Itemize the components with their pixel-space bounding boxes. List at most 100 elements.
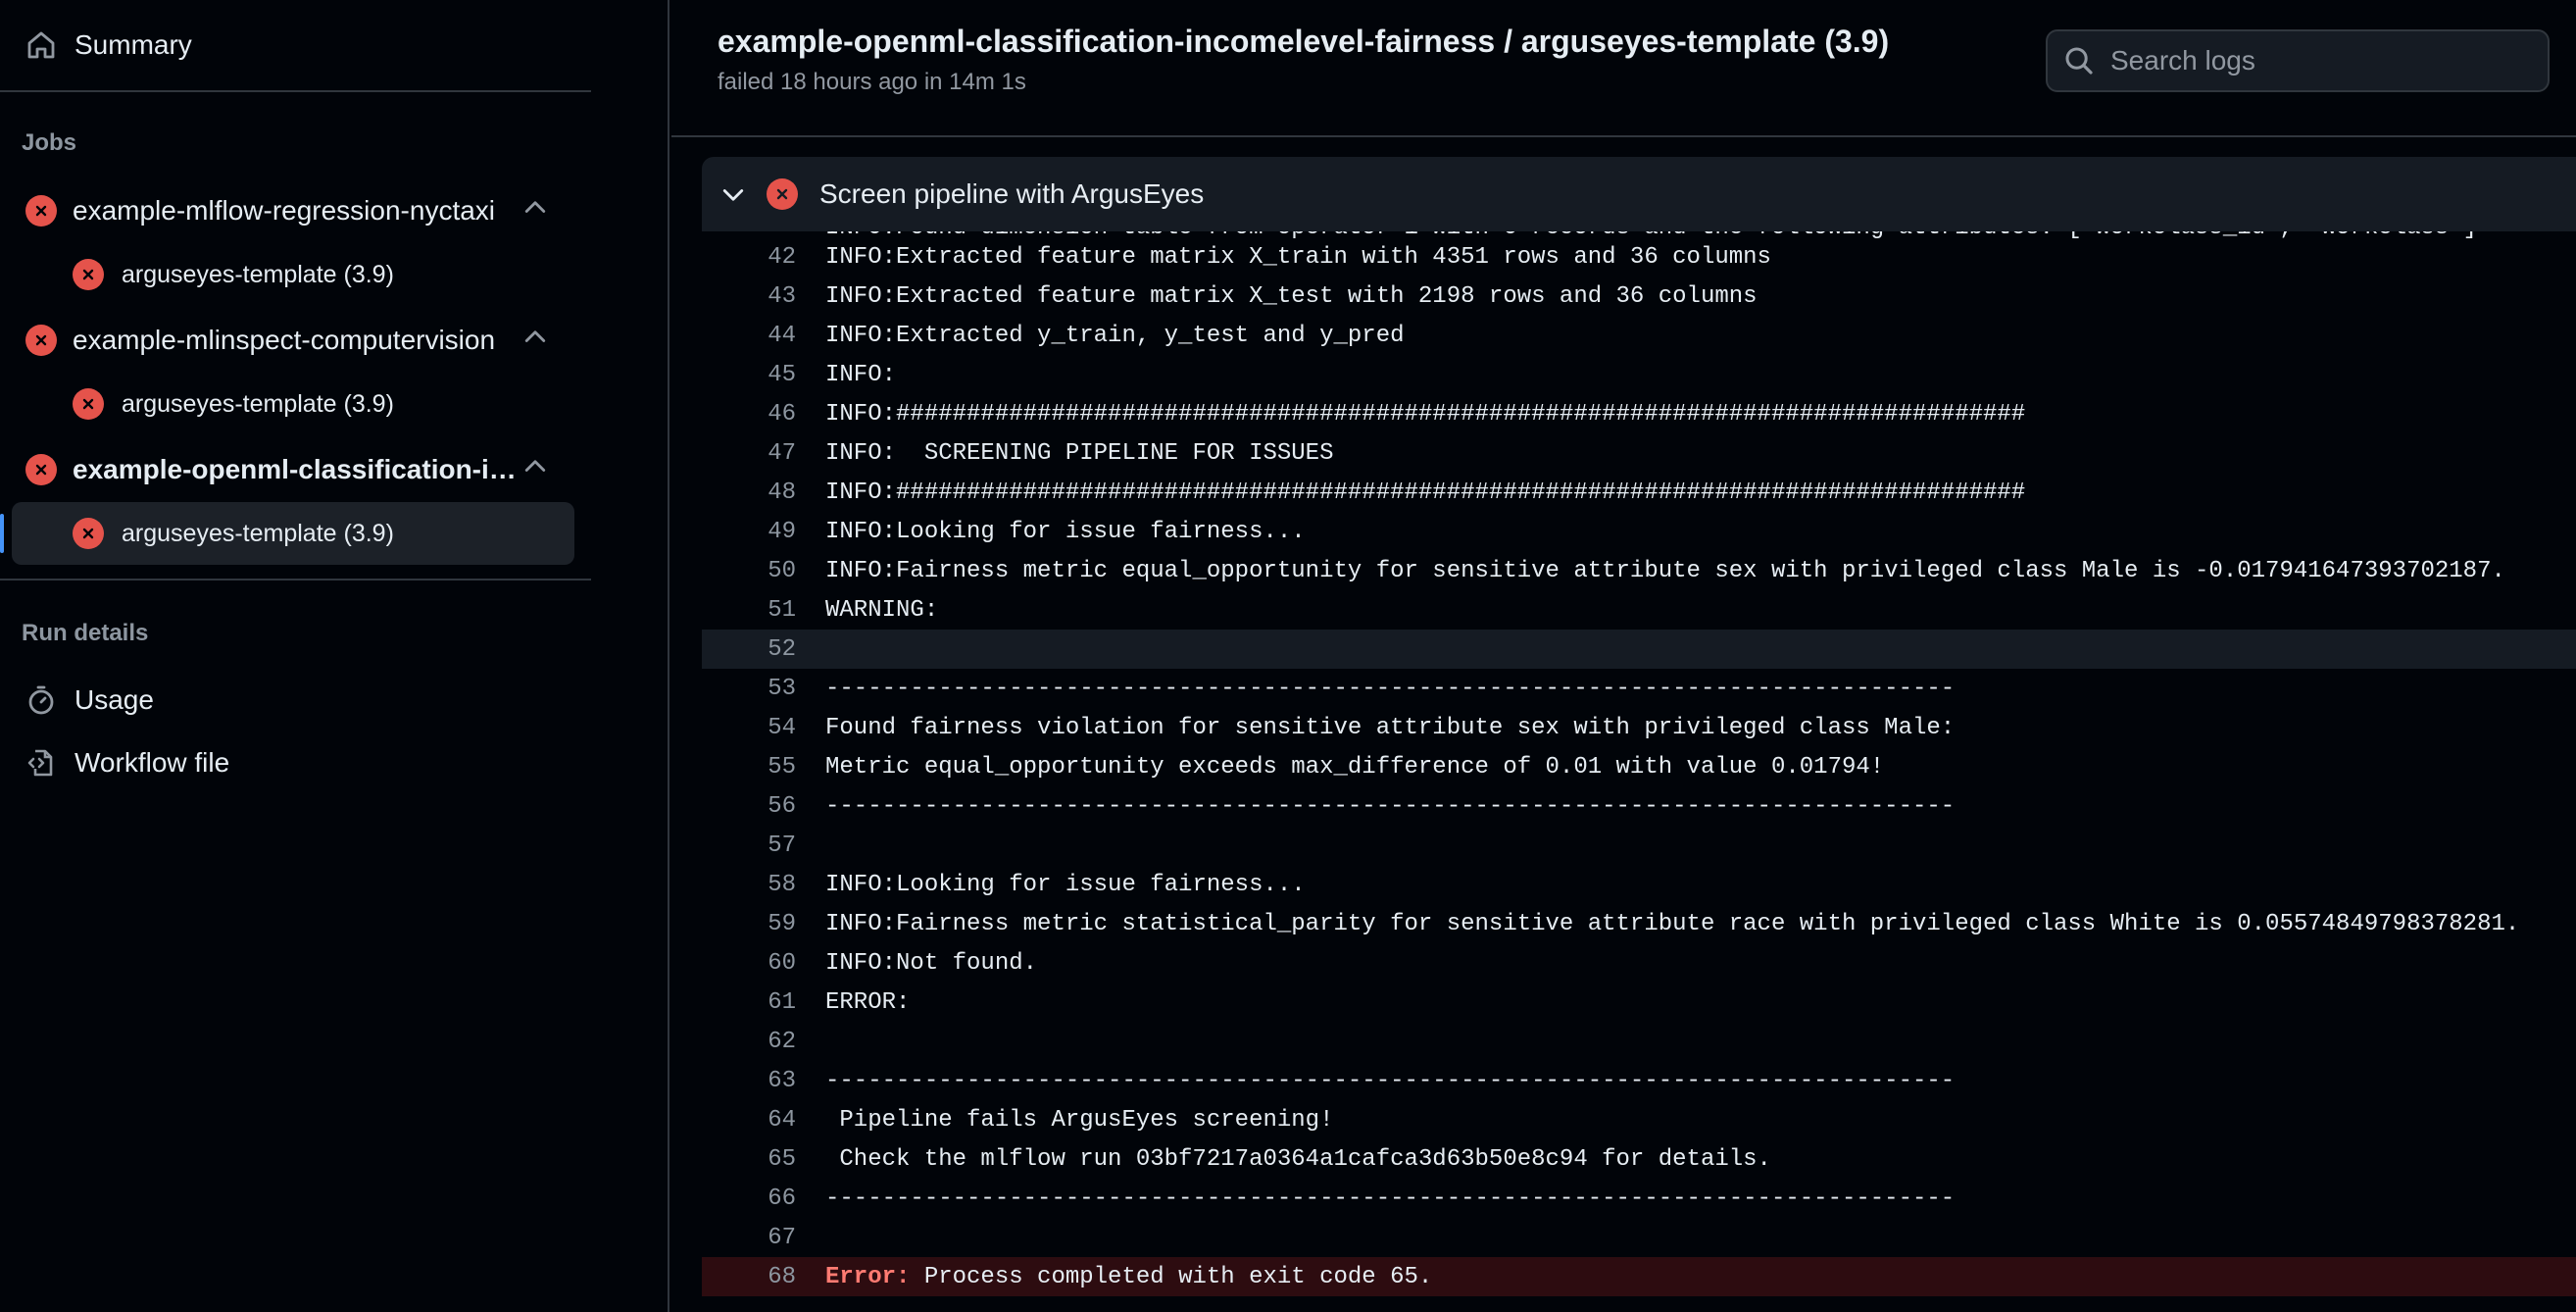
job-step-name: arguseyes-template (3.9) [122, 519, 394, 547]
job-item[interactable]: example-openml-classification-incomeleve… [12, 439, 574, 500]
log-line: 54 Found fairness violation for sensitive… [702, 708, 2576, 747]
failed-x-icon [73, 259, 104, 290]
step-header[interactable]: Screen pipeline with ArgusEyes [702, 157, 2576, 231]
log-line: 62 [702, 1022, 2576, 1061]
line-number[interactable]: 67 [702, 1225, 796, 1251]
search-logs-box[interactable] [2046, 29, 2550, 92]
failed-x-icon [25, 195, 57, 227]
line-number[interactable]: 48 [702, 479, 796, 506]
summary-label: Summary [74, 29, 192, 60]
usage-label: Usage [74, 684, 154, 715]
failed-x-icon [73, 518, 104, 549]
line-number[interactable]: 59 [702, 911, 796, 937]
log-line: 65 Check the mlflow run 03bf7217a0364a1c… [702, 1139, 2576, 1179]
log-line: 42 INFO:Extracted feature matrix X_train … [702, 237, 2576, 277]
log-line: 45 INFO: [702, 355, 2576, 394]
usage-link[interactable]: Usage [24, 673, 154, 728]
divider [0, 579, 591, 580]
line-number[interactable]: 56 [702, 793, 796, 820]
divider [0, 90, 591, 92]
log-line: 67 [702, 1218, 2576, 1257]
log-line-text: ----------------------------------------… [825, 675, 1956, 702]
failed-x-icon [767, 178, 798, 210]
log-line-text: Found fairness violation for sensitive a… [825, 714, 1956, 741]
line-number[interactable]: 66 [702, 1186, 796, 1212]
job-item[interactable]: example-mlflow-regression-nyctaxi [12, 180, 574, 241]
log-line-text: INFO:Not found. [825, 949, 1038, 977]
log-line-text: INFO:Extracted feature matrix X_test wit… [825, 282, 1758, 310]
line-number[interactable]: 62 [702, 1029, 796, 1055]
log-line-text: Metric equal_opportunity exceeds max_dif… [825, 753, 1885, 781]
line-number[interactable]: 65 [702, 1146, 796, 1173]
log-line-text: INFO:Looking for issue fairness... [825, 871, 1306, 898]
job-step-name: arguseyes-template (3.9) [122, 389, 394, 418]
job-header: example-openml-classification-incomeleve… [671, 0, 2576, 137]
chevron-up-icon[interactable] [521, 324, 549, 356]
line-number[interactable]: 63 [702, 1068, 796, 1094]
chevron-down-icon[interactable] [719, 180, 747, 208]
job-step-item[interactable]: arguseyes-template (3.9) [12, 373, 574, 435]
log-line: 52 [702, 630, 2576, 669]
log-line: 53 --------------------------------------… [702, 669, 2576, 708]
job-step-item[interactable]: arguseyes-template (3.9) [12, 243, 574, 306]
error-label: Error: [825, 1263, 911, 1290]
log-line: 61 ERROR: [702, 983, 2576, 1022]
line-number[interactable]: 51 [702, 597, 796, 624]
line-number[interactable]: 43 [702, 283, 796, 310]
summary-link[interactable]: Summary [24, 18, 192, 73]
line-number[interactable]: 42 [702, 244, 796, 271]
line-number[interactable]: 49 [702, 519, 796, 545]
log-line: 49 INFO:Looking for issue fairness... [702, 512, 2576, 551]
log-line-text: Pipeline fails ArgusEyes screening! [825, 1106, 1334, 1134]
workflow-file-link[interactable]: Workflow file [24, 735, 229, 790]
log-line: 58 INFO:Looking for issue fairness... [702, 865, 2576, 904]
log-line-text: INFO: SCREENING PIPELINE FOR ISSUES [825, 439, 1334, 467]
chevron-up-icon[interactable] [521, 194, 549, 227]
run-details-heading: Run details [22, 620, 149, 646]
search-logs-input[interactable] [2108, 44, 2524, 77]
log-line-text: ----------------------------------------… [825, 792, 1956, 820]
log-line-text: INFO:###################################… [825, 400, 2026, 428]
active-indicator [0, 514, 4, 553]
log-line-text: INFO:Fairness metric equal_opportunity f… [825, 557, 2505, 584]
job-step-item-active[interactable]: arguseyes-template (3.9) [12, 502, 574, 565]
line-number[interactable]: 45 [702, 362, 796, 388]
line-number[interactable]: 44 [702, 323, 796, 349]
sidebar: Summary Jobs example-mlflow-regression-n… [0, 0, 669, 1312]
line-number[interactable]: 58 [702, 872, 796, 898]
log-line: 55 Metric equal_opportunity exceeds max_d… [702, 747, 2576, 786]
job-step-name: arguseyes-template (3.9) [122, 260, 394, 288]
job-item[interactable]: example-mlinspect-computervision [12, 310, 574, 371]
chevron-up-icon[interactable] [521, 453, 549, 485]
line-number[interactable]: 47 [702, 440, 796, 467]
line-number[interactable]: 57 [702, 833, 796, 859]
job-name: example-openml-classification-incomeleve… [73, 454, 523, 484]
log-line-text: INFO:Looking for issue fairness... [825, 518, 1306, 545]
search-icon [2063, 45, 2095, 76]
line-number[interactable]: 64 [702, 1107, 796, 1134]
line-number[interactable]: 46 [702, 401, 796, 428]
line-number[interactable]: 61 [702, 989, 796, 1016]
line-number[interactable]: 50 [702, 558, 796, 584]
log-line: 44 INFO:Extracted y_train, y_test and y_p… [702, 316, 2576, 355]
log-line-text: Check the mlflow run 03bf7217a0364a1cafc… [825, 1145, 1771, 1173]
log-line-text: WARNING: [825, 596, 939, 624]
log-line: 47 INFO: SCREENING PIPELINE FOR ISSUES [702, 433, 2576, 473]
log-line: 43 INFO:Extracted feature matrix X_test w… [702, 277, 2576, 316]
line-number[interactable]: 68 [702, 1264, 796, 1290]
log-line: 59 INFO:Fairness metric statistical_parit… [702, 904, 2576, 943]
log-line-text: INFO:Fairness metric statistical_parity … [825, 910, 2520, 937]
line-number[interactable]: 55 [702, 754, 796, 781]
log-line-text: INFO:Extracted y_train, y_test and y_pre… [825, 322, 1405, 349]
log-line: 60 INFO:Not found. [702, 943, 2576, 983]
log-line-text: ----------------------------------------… [825, 1067, 1956, 1094]
line-number[interactable]: 52 [702, 636, 796, 663]
log-line-text: ERROR: [825, 988, 911, 1016]
workflow-file-label: Workflow file [74, 747, 230, 778]
line-number[interactable]: 60 [702, 950, 796, 977]
line-number[interactable]: 54 [702, 715, 796, 741]
log-line-error: 68 Error: Process completed with exit co… [702, 1257, 2576, 1296]
log-output: INFO:Found dimension table from operator… [702, 231, 2576, 1312]
log-line: 66 --------------------------------------… [702, 1179, 2576, 1218]
line-number[interactable]: 53 [702, 676, 796, 702]
